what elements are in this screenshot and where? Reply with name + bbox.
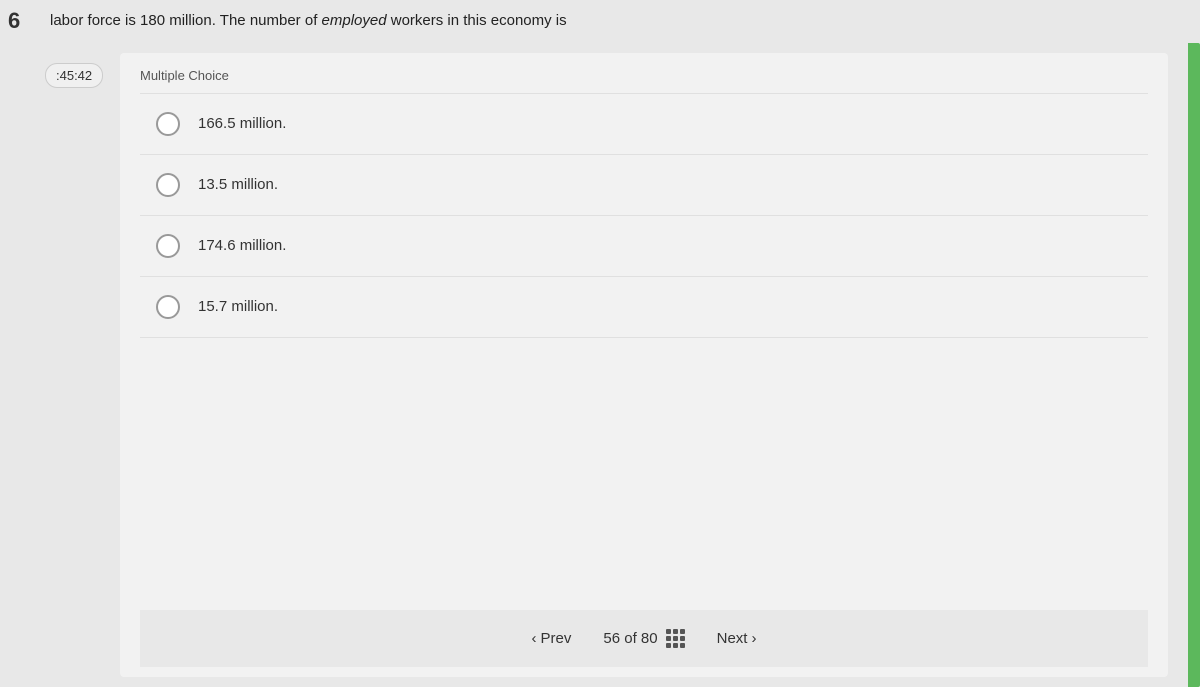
page-info: 56 of 80	[603, 629, 684, 648]
page-display: 56 of 80	[603, 630, 657, 647]
prev-button[interactable]: ‹ Prev	[520, 624, 584, 653]
choice-d-text: 15.7 million.	[198, 298, 278, 315]
radio-c[interactable]	[156, 234, 180, 258]
prev-label: Prev	[541, 630, 572, 647]
question-type-label: Multiple Choice	[140, 68, 1148, 83]
question-number: 6	[0, 0, 40, 687]
radio-b[interactable]	[156, 173, 180, 197]
question-text: labor force is 180 million. The number o…	[40, 0, 1200, 43]
choice-b[interactable]: 13.5 million.	[140, 155, 1148, 216]
bottom-navigation: ‹ Prev 56 of 80	[140, 610, 1148, 667]
content-wrapper: :45:42 Multiple Choice 166.5 million. 13…	[40, 43, 1200, 687]
choice-a[interactable]: 166.5 million.	[140, 93, 1148, 155]
timer-badge: :45:42	[45, 63, 103, 88]
grid-icon[interactable]	[666, 629, 685, 648]
progress-bar	[1188, 43, 1200, 687]
timer-column: :45:42	[40, 43, 120, 687]
next-label: Next	[717, 630, 748, 647]
radio-d[interactable]	[156, 295, 180, 319]
choice-d[interactable]: 15.7 million.	[140, 277, 1148, 338]
choice-b-text: 13.5 million.	[198, 176, 278, 193]
choice-c[interactable]: 174.6 million.	[140, 216, 1148, 277]
radio-a[interactable]	[156, 112, 180, 136]
next-chevron-icon: ›	[751, 630, 756, 647]
timer-display: :45:42	[56, 68, 92, 83]
choices-container: 166.5 million. 13.5 million. 174.6 milli…	[140, 93, 1148, 611]
choice-a-text: 166.5 million.	[198, 115, 286, 132]
choice-c-text: 174.6 million.	[198, 237, 286, 254]
main-content: labor force is 180 million. The number o…	[40, 0, 1200, 687]
question-card: Multiple Choice 166.5 million. 13.5 mill…	[120, 53, 1168, 678]
prev-chevron-icon: ‹	[532, 630, 537, 647]
next-button[interactable]: Next ›	[705, 624, 769, 653]
